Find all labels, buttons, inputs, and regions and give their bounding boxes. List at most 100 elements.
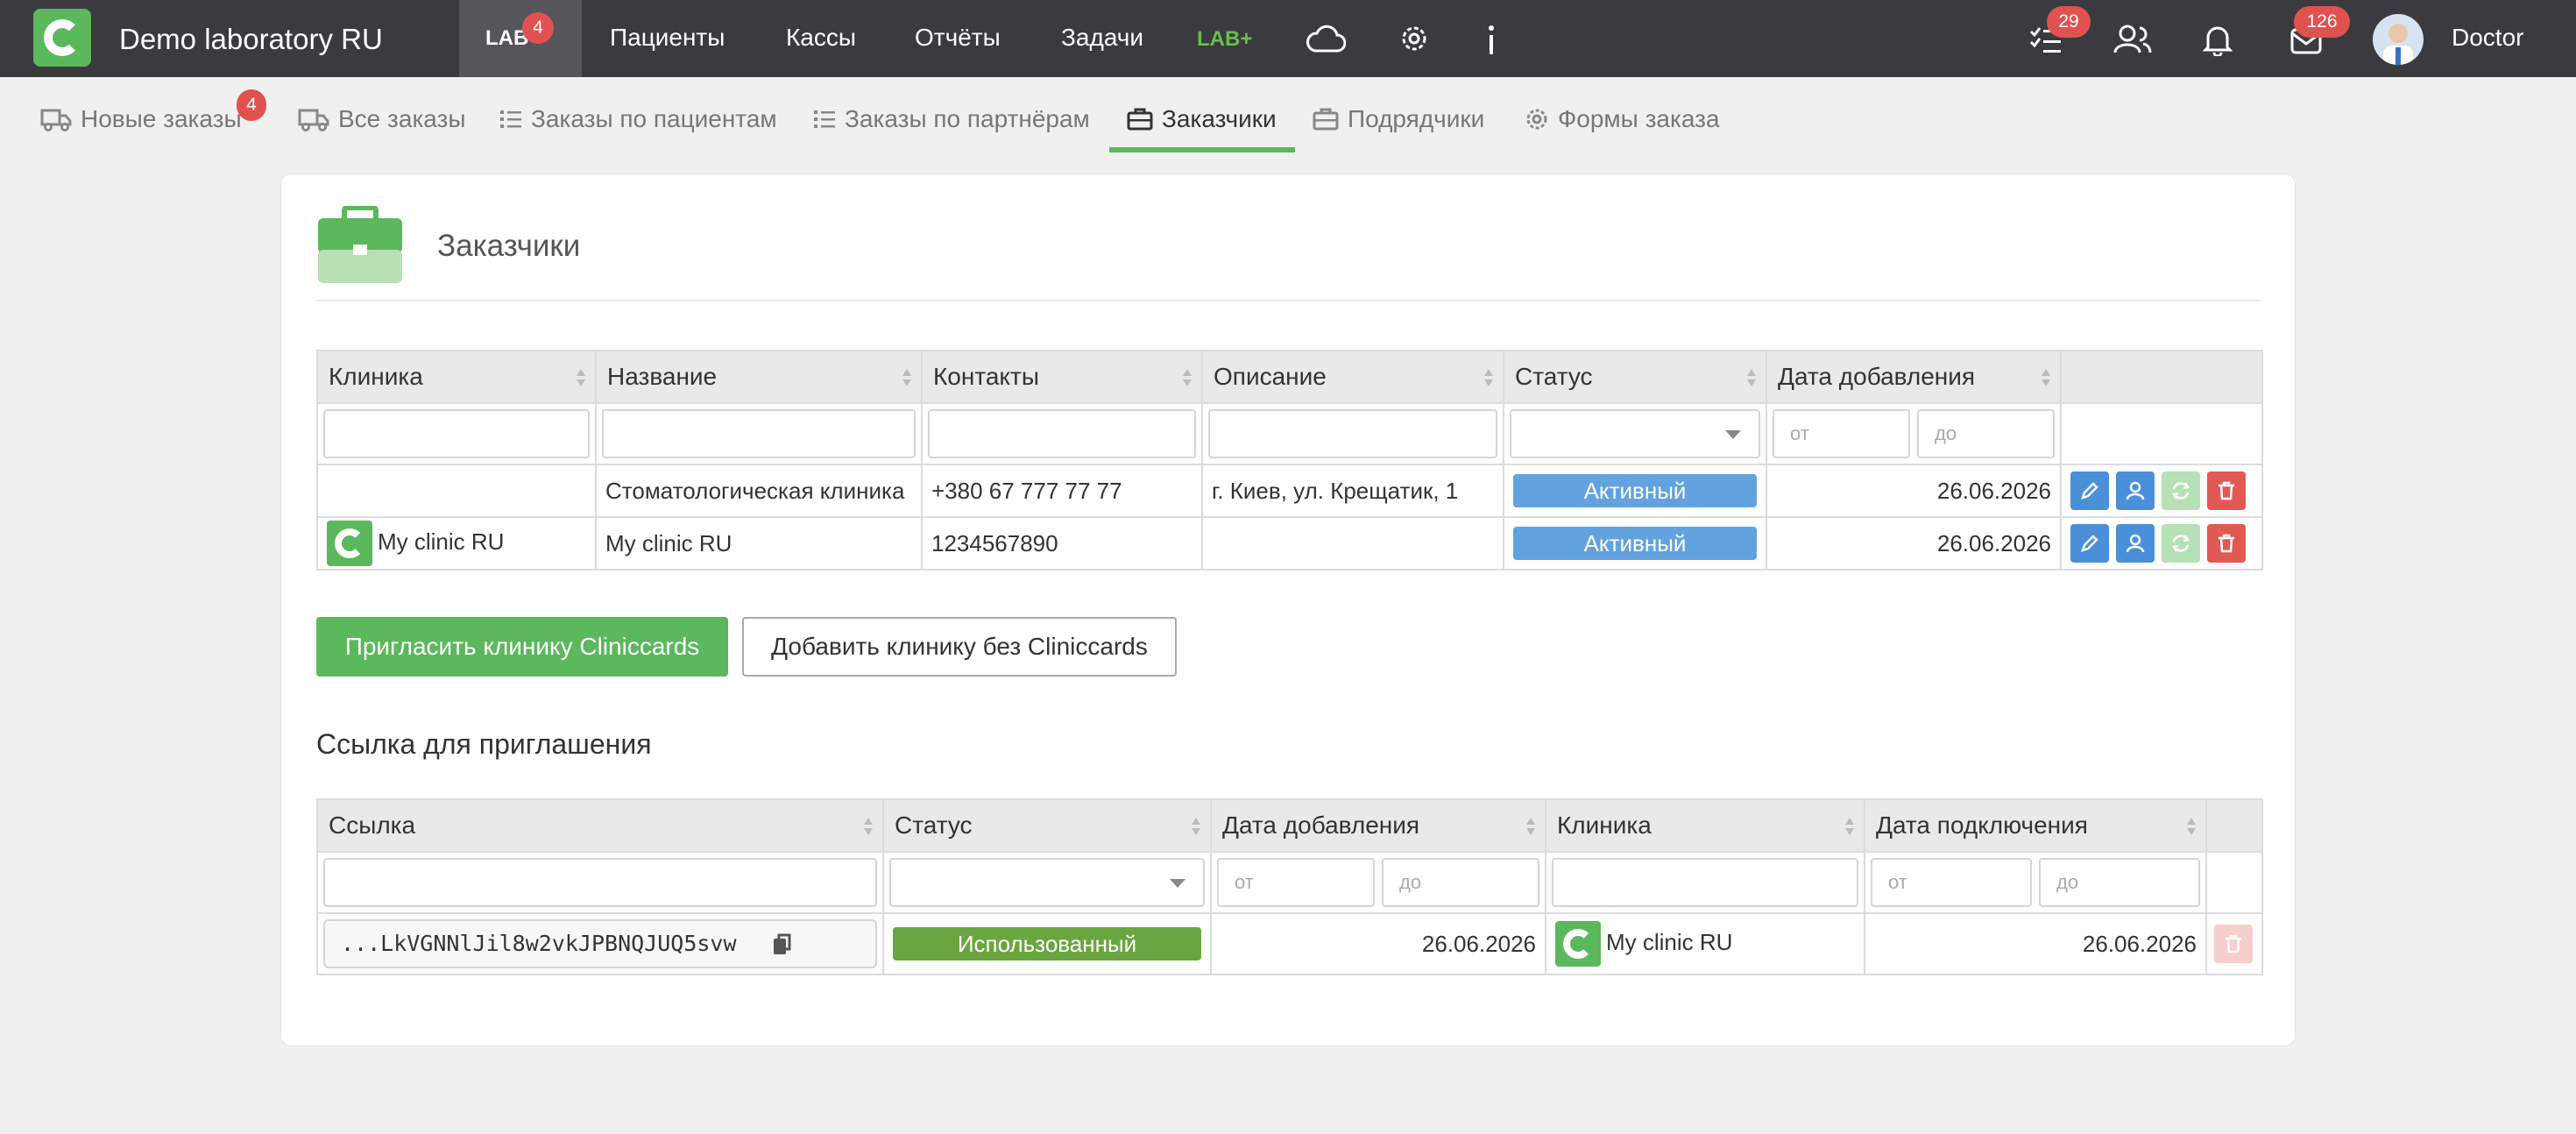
tasks-badge: 29: [2047, 6, 2091, 38]
column-header-link[interactable]: Ссылка: [316, 798, 884, 853]
sort-icon: [2042, 369, 2050, 386]
sort-icon: [2187, 818, 2196, 835]
refresh-icon: [2172, 535, 2190, 552]
user-button[interactable]: [2116, 524, 2155, 563]
column-header-actions: [2205, 798, 2263, 853]
table-header-row: Ссылка Статус Дата добавления Клиника Да…: [316, 798, 2263, 853]
link-filter-input[interactable]: [323, 858, 877, 907]
table-row: Стоматологическая клиника +380 67 777 77…: [316, 464, 2263, 518]
subnav-new-orders[interactable]: Новые заказы: [40, 105, 242, 133]
subnav-orders-by-patient[interactable]: Заказы по пациентам: [499, 105, 777, 133]
nav-tasks[interactable]: Задачи: [1061, 24, 1143, 52]
user-name[interactable]: Doctor: [2452, 24, 2523, 52]
briefcase-icon: [1127, 108, 1153, 131]
refresh-button[interactable]: [2162, 524, 2200, 563]
description-filter-input[interactable]: [1208, 409, 1497, 458]
nav-cash[interactable]: Кассы: [786, 24, 856, 52]
delete-button[interactable]: [2214, 925, 2253, 963]
contacts-filter-input[interactable]: [928, 409, 1196, 458]
add-clinic-button[interactable]: Добавить клинику без Cliniccards: [742, 617, 1177, 677]
subnav-label: Подрядчики: [1348, 105, 1485, 132]
edit-button[interactable]: [2070, 524, 2109, 563]
column-header-name[interactable]: Название: [595, 350, 923, 404]
invite-table: Ссылка Статус Дата добавления Клиника Да…: [316, 798, 2263, 975]
status-filter-select[interactable]: [1510, 409, 1760, 458]
app-logo[interactable]: [33, 9, 91, 67]
column-header-description[interactable]: Описание: [1201, 350, 1504, 404]
nav-lab[interactable]: LAB 4: [459, 0, 582, 77]
subnav-all-orders[interactable]: Все заказы: [298, 105, 466, 133]
truck-icon: [298, 109, 329, 131]
clients-table: Клиника Название Контакты Описание Стату…: [316, 350, 2263, 571]
info-icon[interactable]: [1486, 25, 1497, 56]
sort-icon: [1484, 369, 1493, 386]
table-row: My clinic RU My clinic RU 1234567890 Акт…: [316, 516, 2263, 571]
cloud-icon[interactable]: [1306, 25, 1346, 53]
briefcase-icon: [318, 206, 402, 283]
cell-clinic: My clinic RU: [316, 516, 597, 571]
cell-contacts: +380 67 777 77 77: [921, 464, 1203, 518]
divider: [316, 300, 2261, 301]
edit-button[interactable]: [2070, 471, 2109, 510]
delete-button[interactable]: [2207, 471, 2246, 510]
connect-date-from-input[interactable]: от: [1871, 858, 2032, 907]
column-header-status[interactable]: Статус: [1503, 350, 1767, 404]
gear-icon[interactable]: [1398, 23, 1430, 54]
users-icon[interactable]: [2113, 25, 2152, 54]
invite-section-title: Ссылка для приглашения: [316, 728, 652, 760]
invite-link-field[interactable]: ...LkVGNNlJil8w2vkJPBNQJUQ5svw: [323, 919, 877, 968]
clinic-filter-input[interactable]: [1552, 858, 1858, 907]
nav-reports[interactable]: Отчёты: [915, 24, 1001, 52]
subnav-clients[interactable]: Заказчики: [1127, 105, 1277, 133]
user-icon: [2126, 534, 2145, 553]
sort-icon: [1845, 818, 1854, 835]
status-filter-select[interactable]: [889, 858, 1205, 907]
column-header-contacts[interactable]: Контакты: [921, 350, 1203, 404]
refresh-icon: [2172, 482, 2190, 500]
sort-icon: [577, 369, 585, 386]
status-badge: Использованный: [893, 927, 1201, 960]
row-actions: [2060, 464, 2263, 518]
clinic-logo: [1555, 921, 1601, 967]
sort-icon: [1747, 369, 1756, 386]
cell-clinic: [316, 464, 597, 518]
top-navbar: Demo laboratory RU LAB 4 Пациенты Кассы …: [0, 0, 2576, 77]
column-header-date-added[interactable]: Дата добавления: [1766, 350, 2062, 404]
column-header-clinic[interactable]: Клиника: [1545, 798, 1865, 853]
clinic-filter-input[interactable]: [323, 409, 590, 458]
date-from-input[interactable]: от: [1773, 409, 1910, 458]
status-badge: Активный: [1513, 474, 1757, 507]
refresh-button[interactable]: [2162, 471, 2200, 510]
sort-icon: [1183, 369, 1192, 386]
subnav-order-forms[interactable]: Формы заказа: [1525, 105, 1720, 133]
column-header-actions: [2060, 350, 2263, 404]
delete-button[interactable]: [2207, 524, 2246, 563]
cell-clinic: My clinic RU: [1545, 912, 1865, 975]
chevron-down-icon: [1725, 430, 1741, 439]
date-to-input[interactable]: до: [1917, 409, 2055, 458]
column-header-status[interactable]: Статус: [882, 798, 1212, 853]
nav-patients[interactable]: Пациенты: [610, 24, 725, 52]
nav-labplus[interactable]: LAB+: [1197, 27, 1252, 52]
briefcase-icon: [1313, 108, 1339, 131]
avatar[interactable]: [2373, 14, 2424, 65]
name-filter-input[interactable]: [602, 409, 916, 458]
brand-name[interactable]: Demo laboratory RU: [119, 23, 383, 56]
table-header-row: Клиника Название Контакты Описание Стату…: [316, 350, 2263, 404]
date-to-input[interactable]: до: [1382, 858, 1539, 907]
subnav-orders-by-partner[interactable]: Заказы по партнёрам: [813, 105, 1090, 133]
truck-icon: [40, 109, 72, 131]
filter-row: от до: [316, 402, 2263, 465]
connect-date-to-input[interactable]: до: [2039, 858, 2200, 907]
user-button[interactable]: [2116, 471, 2155, 510]
column-header-clinic[interactable]: Клиника: [316, 350, 597, 404]
subnav-label: Заказы по партнёрам: [845, 105, 1090, 132]
subnav-contractors[interactable]: Подрядчики: [1313, 105, 1484, 133]
invite-clinic-button[interactable]: Пригласить клинику Cliniccards: [316, 617, 728, 677]
messages-badge: 126: [2294, 6, 2350, 38]
column-header-date-connected[interactable]: Дата подключения: [1864, 798, 2207, 853]
copy-icon[interactable]: [772, 933, 793, 958]
date-from-input[interactable]: от: [1217, 858, 1375, 907]
column-header-date-added[interactable]: Дата добавления: [1210, 798, 1546, 853]
bell-icon[interactable]: [2203, 25, 2233, 56]
